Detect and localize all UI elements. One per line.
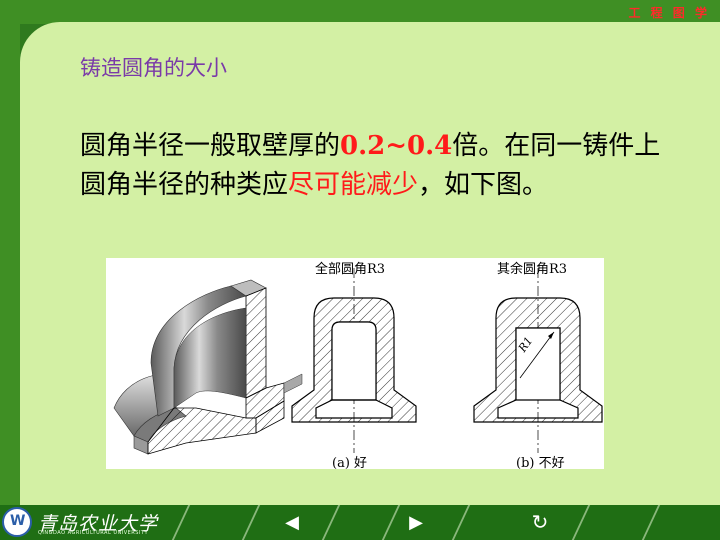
university-logo: W [2, 507, 32, 537]
caption-bad: (b) 不好 [516, 456, 565, 471]
caption-good: (a) 好 [332, 456, 368, 471]
casting-drawings [113, 268, 603, 455]
casting-figure: 全部圆角R3 其余圆角R3 R1 (a) 好 (b) 不好 [106, 258, 604, 471]
prev-slide-button[interactable]: ◀ [278, 509, 306, 535]
label-other-fillets: 其余圆角R3 [497, 262, 568, 277]
paragraph-text-1: 圆角半径一般取壁厚的 [80, 131, 341, 161]
next-slide-button[interactable]: ▶ [402, 509, 430, 535]
return-button[interactable]: ↻ [526, 509, 554, 535]
paragraph-emphasis: 尽可能减少 [288, 170, 419, 200]
paragraph-text-3: ，如下图。 [418, 170, 549, 200]
top-frame-bar [0, 0, 720, 24]
slide-paragraph: 圆角半径一般取壁厚的0.2~0.4倍。在同一铸件上圆角半径的种类应尽可能减少，如… [80, 127, 680, 205]
university-name-en: QINGDAO AGRICULTURAL UNIVERSITY [38, 530, 149, 536]
logo-emblem-icon: W [10, 513, 26, 529]
casting-3d-view [113, 279, 303, 455]
drawing-b-bad [473, 268, 603, 453]
course-brand: 工 程 图 学 [628, 6, 710, 20]
paragraph-ratio: 0.2~0.4 [340, 131, 453, 161]
slide-subtitle: 铸造圆角的大小 [80, 56, 227, 80]
left-frame-bar [0, 0, 20, 505]
label-all-fillets: 全部圆角R3 [315, 262, 386, 277]
drawing-a-good [291, 268, 417, 453]
